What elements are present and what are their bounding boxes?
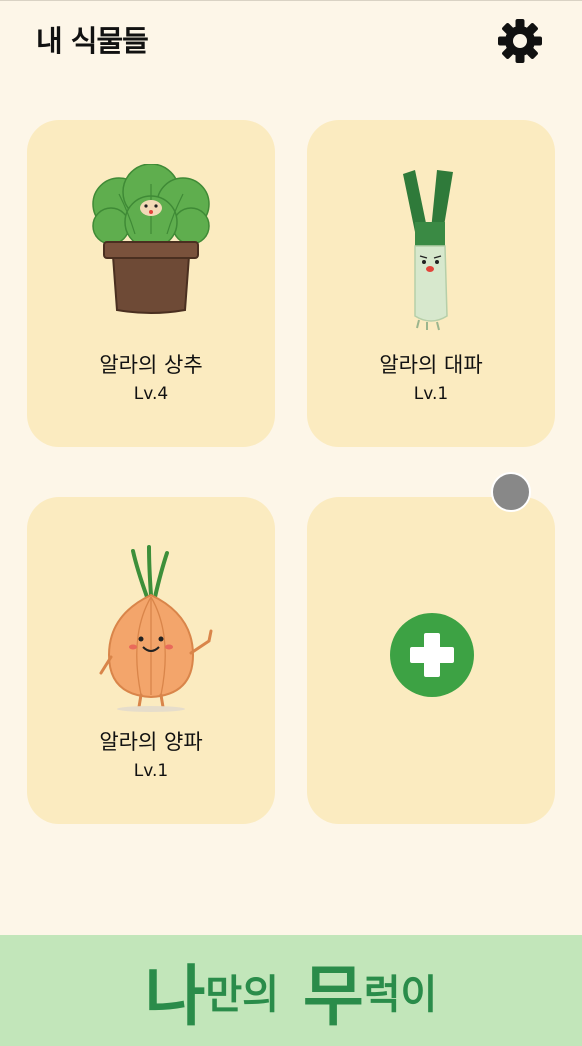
plant-name: 알라의 대파 <box>379 353 483 377</box>
gear-icon[interactable] <box>495 16 545 66</box>
plant-card-green-onion[interactable]: 알라의 대파 Lv.1 <box>307 120 555 447</box>
plant-level: Lv.4 <box>133 384 169 404</box>
plant-card-onion[interactable]: 알라의 양파 Lv.1 <box>27 497 275 824</box>
plant-level: Lv.1 <box>413 384 449 404</box>
plant-level: Lv.1 <box>133 761 169 781</box>
top-border <box>0 0 582 1</box>
lettuce-illustration <box>89 163 213 324</box>
plus-icon <box>410 633 454 677</box>
app-logo: 나 만의 무 럭이 <box>144 957 438 1035</box>
add-plant-card[interactable] <box>307 497 555 824</box>
plant-name: 알라의 양파 <box>99 730 203 754</box>
page-title: 내 식물들 <box>36 24 149 58</box>
footer-banner: 나 만의 무 럭이 <box>0 935 582 1046</box>
green-onion-illustration <box>393 166 469 338</box>
add-plant-button[interactable] <box>390 613 474 697</box>
plant-card-lettuce[interactable]: 알라의 상추 Lv.4 <box>27 120 275 447</box>
onion-illustration <box>91 545 221 719</box>
plant-name: 알라의 상추 <box>99 353 203 377</box>
floating-handle[interactable] <box>491 472 531 512</box>
